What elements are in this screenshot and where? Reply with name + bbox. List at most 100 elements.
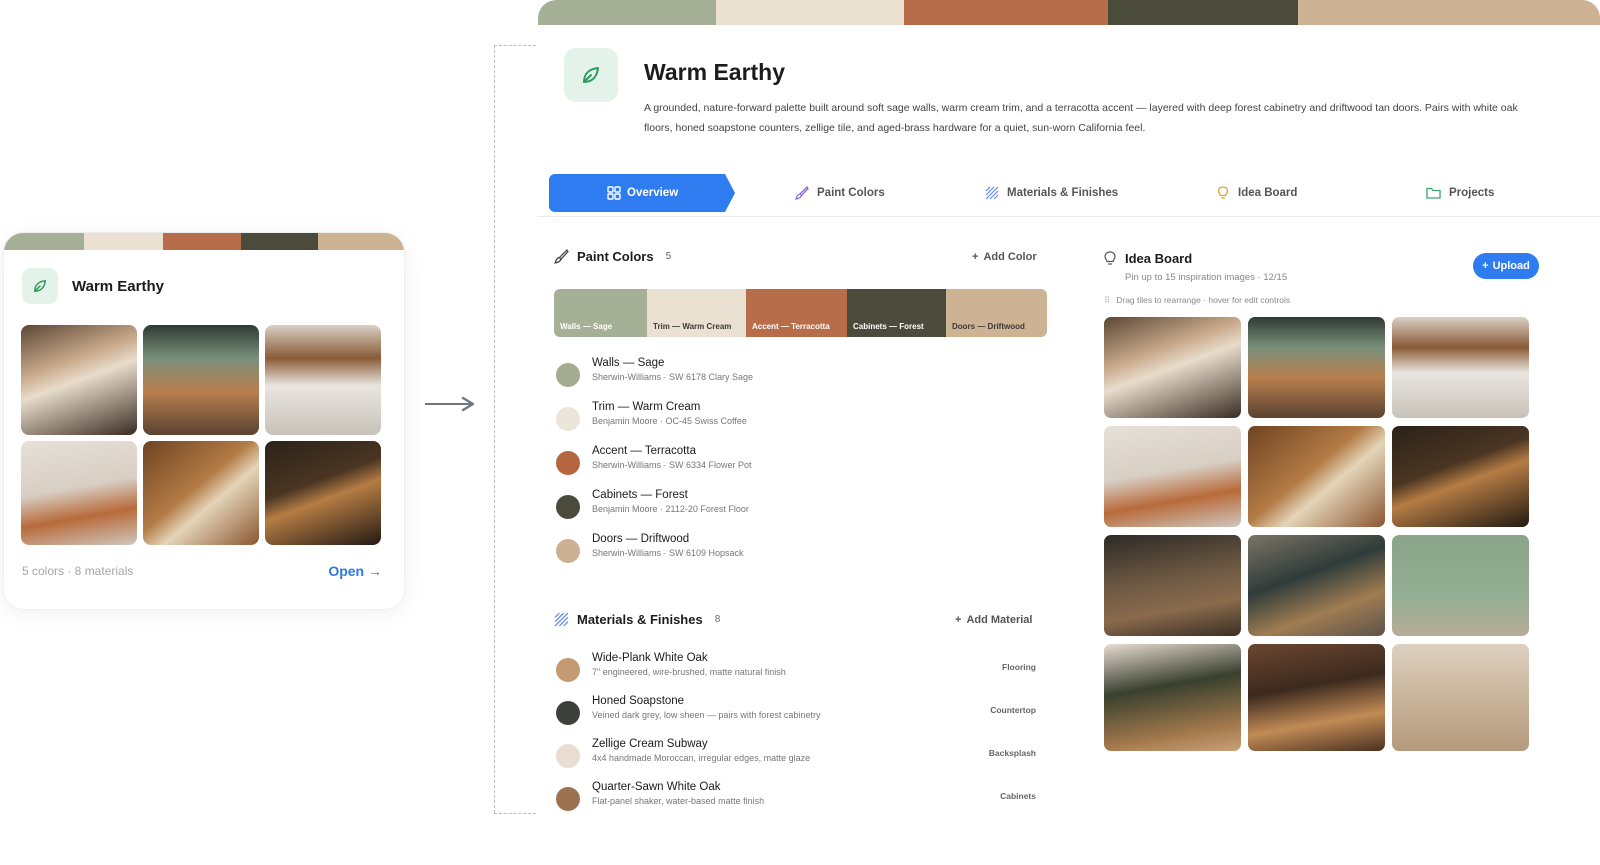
list-item[interactable]: Wide-Plank White Oak 7" engineered, wire-…: [556, 652, 1036, 695]
item-detail: Benjamin Moore · 2112-20 Forest Floor: [592, 504, 749, 514]
panel-swatch-sage: [538, 0, 716, 25]
idea-image[interactable]: [1392, 535, 1529, 636]
list-item[interactable]: Doors — Driftwood Sherwin-Williams · SW 6…: [556, 533, 753, 577]
card-swatch-terracotta: [163, 233, 241, 250]
idea-image[interactable]: [1248, 644, 1385, 751]
palette-card[interactable]: Warm Earthy 5 colors · 8 materials Open …: [3, 232, 405, 610]
idea-image[interactable]: [1248, 317, 1385, 418]
card-image: [21, 441, 137, 545]
tab-materials[interactable]: Materials & Finishes: [985, 174, 1118, 212]
connector-line: [494, 45, 536, 46]
swatch-doors[interactable]: Doors — Driftwood: [946, 289, 1047, 337]
panel-swatch-cream: [716, 0, 904, 25]
item-detail: 7" engineered, wire-brushed, matte natur…: [592, 667, 786, 677]
texture-icon: [985, 186, 999, 200]
add-material-button[interactable]: + Add Material: [955, 614, 1032, 626]
color-dot: [556, 363, 580, 387]
arrow-right-icon: [425, 396, 475, 412]
idea-image[interactable]: [1104, 535, 1241, 636]
connector-line: [494, 813, 536, 814]
material-dot: [556, 658, 580, 682]
tab-idea-board[interactable]: Idea Board: [1216, 174, 1297, 212]
hint-text: Drag tiles to rearrange · hover for edit…: [1116, 295, 1291, 305]
tab-bar: Overview Paint Colors Materials & Finish…: [549, 174, 1589, 212]
card-image: [143, 325, 259, 435]
swatch-label: Cabinets — Forest: [853, 322, 924, 331]
swatch-accent[interactable]: Accent — Terracotta: [746, 289, 847, 337]
item-name: Walls — Sage: [592, 357, 665, 369]
item-detail: Sherwin-Williams · SW 6178 Clary Sage: [592, 372, 754, 382]
divider: [538, 216, 1600, 217]
idea-image[interactable]: [1392, 426, 1529, 527]
swatch-cabinets[interactable]: Cabinets — Forest: [847, 289, 946, 337]
add-color-button[interactable]: + Add Color: [972, 251, 1037, 263]
card-swatch-driftwood: [318, 233, 404, 250]
idea-image[interactable]: [1392, 644, 1529, 751]
idea-image[interactable]: [1392, 317, 1529, 418]
section-title: Paint Colors: [577, 249, 654, 264]
card-image: [143, 441, 259, 545]
item-name: Zellige Cream Subway: [592, 738, 708, 750]
swatch-label: Doors — Driftwood: [952, 322, 1025, 331]
card-swatch-cream: [83, 233, 164, 250]
item-name: Wide-Plank White Oak: [592, 652, 708, 664]
color-dot: [556, 451, 580, 475]
tab-projects[interactable]: Projects: [1426, 174, 1494, 212]
plus-icon: +: [972, 251, 979, 263]
list-item[interactable]: Cabinets — Forest Benjamin Moore · 2112-2…: [556, 489, 753, 533]
page-title: Warm Earthy: [644, 59, 786, 85]
paintbrush-icon: [554, 249, 569, 264]
item-name: Cabinets — Forest: [592, 489, 688, 501]
swatch-walls[interactable]: Walls — Sage: [554, 289, 647, 337]
idea-image[interactable]: [1104, 644, 1241, 751]
tab-paint-colors[interactable]: Paint Colors: [795, 174, 885, 212]
section-count: 8: [714, 614, 721, 625]
list-item[interactable]: Accent — Terracotta Sherwin-Williams · SW…: [556, 445, 753, 489]
panel-color-strip: [538, 0, 1600, 25]
folder-icon: [1426, 187, 1441, 199]
idea-image[interactable]: [1104, 426, 1241, 527]
materials-list: Wide-Plank White Oak 7" engineered, wire-…: [556, 652, 1036, 824]
lightbulb-icon: [1104, 251, 1116, 265]
list-item[interactable]: Honed Soapstone Veined dark grey, low she…: [556, 695, 1036, 738]
section-title: Idea Board: [1125, 251, 1193, 266]
item-detail: Sherwin-Williams · SW 6334 Flower Pot: [592, 460, 752, 470]
swatch-trim[interactable]: Trim — Warm Cream: [647, 289, 746, 337]
card-image: [265, 441, 381, 545]
item-name: Honed Soapstone: [592, 695, 685, 707]
card-image-grid: [21, 325, 381, 545]
plus-icon: +: [1482, 260, 1489, 272]
item-detail: Sherwin-Williams · SW 6109 Hopsack: [592, 548, 744, 558]
add-material-label: Add Material: [966, 614, 1033, 626]
idea-board-header: Idea Board Pin up to 15 inspiration imag…: [1103, 251, 1287, 283]
tab-label: Materials & Finishes: [1007, 187, 1119, 199]
card-swatch-sage: [4, 233, 84, 250]
material-tag: Backsplash: [988, 748, 1036, 758]
upload-label: Upload: [1492, 260, 1530, 272]
material-tag: Cabinets: [1000, 791, 1036, 801]
list-item[interactable]: Quarter-Sawn White Oak Flat-panel shaker,…: [556, 781, 1036, 824]
idea-image[interactable]: [1248, 535, 1385, 636]
palette-detail-panel: Warm Earthy A grounded, nature-forward p…: [538, 0, 1600, 865]
open-link[interactable]: Open →: [328, 563, 382, 579]
grid-icon: [607, 186, 621, 200]
tab-overview[interactable]: Overview: [549, 174, 735, 212]
list-item[interactable]: Trim — Warm Cream Benjamin Moore · OC-45 …: [556, 401, 753, 445]
color-dot: [556, 539, 580, 563]
add-color-label: Add Color: [983, 251, 1037, 263]
idea-image[interactable]: [1248, 426, 1385, 527]
paint-color-list: Walls — Sage Sherwin-Williams · SW 6178 C…: [556, 357, 753, 577]
card-swatch-forest: [240, 233, 319, 250]
swatch-label: Accent — Terracotta: [752, 322, 830, 331]
card-image: [265, 325, 381, 435]
color-dot: [556, 407, 580, 431]
item-name: Trim — Warm Cream: [592, 401, 701, 413]
connector-line: [494, 45, 495, 813]
material-tag: Countertop: [990, 705, 1036, 715]
idea-image[interactable]: [1104, 317, 1241, 418]
material-tag: Flooring: [1002, 662, 1036, 672]
upload-button[interactable]: + Upload: [1473, 253, 1539, 279]
drag-handle-icon: ⠿: [1104, 295, 1111, 305]
list-item[interactable]: Walls — Sage Sherwin-Williams · SW 6178 C…: [556, 357, 753, 401]
list-item[interactable]: Zellige Cream Subway 4x4 handmade Morocca…: [556, 738, 1036, 781]
